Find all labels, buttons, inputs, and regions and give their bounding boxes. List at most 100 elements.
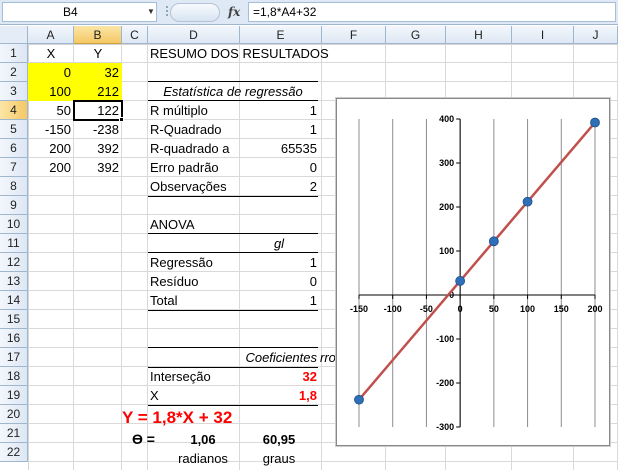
row-header-14[interactable]: 14 — [0, 291, 28, 310]
row-header-12[interactable]: 12 — [0, 253, 28, 272]
cell-d5[interactable]: R-Quadrado — [148, 120, 238, 139]
y-tick-label: -200 — [436, 378, 454, 388]
cell-e8[interactable]: 2 — [238, 177, 320, 196]
row-header-15[interactable]: 15 — [0, 310, 28, 329]
column-header-j[interactable]: J — [574, 26, 618, 44]
row-header-4[interactable]: 4 — [0, 101, 28, 120]
column-header-a[interactable]: A — [28, 26, 74, 44]
cell-d3[interactable]: Estatística de regressão — [148, 82, 318, 101]
row-header-17[interactable]: 17 — [0, 348, 28, 367]
column-header-c[interactable]: C — [122, 26, 148, 44]
cell-e7[interactable]: 0 — [238, 158, 320, 177]
cell-e11[interactable]: gl — [238, 234, 320, 253]
column-header-e[interactable]: E — [240, 26, 322, 44]
cell-e17[interactable]: 32 — [238, 367, 320, 386]
cell-b6[interactable]: 392 — [74, 139, 122, 158]
formula-bar-button[interactable] — [170, 3, 220, 22]
select-all-corner[interactable] — [0, 26, 28, 44]
active-cell-selection[interactable] — [73, 100, 123, 121]
column-header-f[interactable]: F — [322, 26, 386, 44]
column-header-h[interactable]: H — [446, 26, 512, 44]
formula-input[interactable]: =1,8*A4+32 — [248, 2, 616, 22]
cell-a7[interactable]: 200 — [28, 158, 74, 177]
row-header-7[interactable]: 7 — [0, 158, 28, 177]
cell-d10[interactable]: ANOVA — [148, 215, 238, 234]
cell-a5[interactable]: -150 — [28, 120, 74, 139]
row-header-1[interactable]: 1 — [0, 44, 28, 63]
x-tick-label: -50 — [420, 304, 433, 314]
cell-e14[interactable]: 1 — [238, 291, 320, 310]
x-tick-label: -100 — [384, 304, 402, 314]
data-point — [455, 276, 466, 286]
cell-d6[interactable]: R-quadrado a — [148, 139, 238, 158]
cell-b2[interactable]: 32 — [74, 63, 122, 82]
row-header-6[interactable]: 6 — [0, 139, 28, 158]
gridline — [28, 461, 618, 462]
cell-d1[interactable]: RESUMO DOS RESULTADOS — [148, 44, 388, 63]
cell-d13[interactable]: Resíduo — [148, 272, 238, 291]
cell-a6[interactable]: 200 — [28, 139, 74, 158]
cell-b1[interactable]: Y — [74, 44, 122, 63]
row-header-20[interactable]: 20 — [0, 405, 28, 424]
cell-e20[interactable]: 60,95 — [238, 430, 320, 449]
cell-d4[interactable]: R múltiplo — [148, 101, 238, 120]
chevron-down-icon[interactable]: ▼ — [146, 3, 156, 21]
x-tick-label: 200 — [587, 304, 602, 314]
cell-e13[interactable]: 0 — [238, 272, 320, 291]
cell-d17[interactable]: Interseção — [148, 367, 238, 386]
row-header-21[interactable]: 21 — [0, 424, 28, 443]
cell-a2[interactable]: 0 — [28, 63, 74, 82]
cell-d18[interactable]: X — [148, 386, 238, 405]
cell-e6[interactable]: 65535 — [238, 139, 320, 158]
row-header-11[interactable]: 11 — [0, 234, 28, 253]
row-header-9[interactable]: 9 — [0, 196, 28, 215]
spreadsheet-grid: ABCDEFGHIJ 1 2 3 4 5 6 7 8 9 10 11 12 13 14 15 16 17 18 19… — [0, 26, 618, 470]
name-box[interactable]: B4 — [2, 2, 157, 22]
cell-e5[interactable]: 1 — [238, 120, 320, 139]
table-border — [148, 310, 318, 311]
cell-e21[interactable]: graus — [238, 449, 320, 468]
cell-b7[interactable]: 392 — [74, 158, 122, 177]
row-header-18[interactable]: 18 — [0, 367, 28, 386]
row-header-10[interactable]: 10 — [0, 215, 28, 234]
row-header-8[interactable]: 8 — [0, 177, 28, 196]
row-header-22[interactable]: 22 — [0, 443, 28, 462]
x-tick-label: -150 — [350, 304, 368, 314]
function-icon[interactable]: fx — [228, 3, 246, 22]
row-header-19[interactable]: 19 — [0, 386, 28, 405]
cell-f16[interactable]: rro — [318, 348, 336, 367]
data-point — [522, 196, 533, 207]
row-header-3[interactable]: 3 — [0, 82, 28, 101]
x-tick-label: 50 — [489, 304, 499, 314]
x-tick-label: 150 — [554, 304, 569, 314]
cell-e18[interactable]: 1,8 — [238, 386, 320, 405]
y-tick-label: 100 — [439, 246, 454, 256]
column-header-g[interactable]: G — [386, 26, 446, 44]
fill-handle[interactable] — [119, 117, 124, 122]
cell-e16[interactable]: Coeficientes — [218, 348, 320, 367]
cell-a4[interactable]: 50 — [28, 101, 74, 120]
scatter-chart[interactable]: -300 -200 -100 0 100 200 300 400 -150 -100 -50 0 50 1… — [336, 98, 610, 446]
cell-e4[interactable]: 1 — [238, 101, 320, 120]
cell-d7[interactable]: Erro padrão — [148, 158, 238, 177]
cell-b5[interactable]: -238 — [74, 120, 122, 139]
y-tick-label: -100 — [436, 334, 454, 344]
cell-a3[interactable]: 100 — [28, 82, 74, 101]
row-header-5[interactable]: 5 — [0, 120, 28, 139]
row-header-2[interactable]: 2 — [0, 63, 28, 82]
table-border — [148, 196, 318, 197]
column-header-i[interactable]: I — [512, 26, 574, 44]
cell-e12[interactable]: 1 — [238, 253, 320, 272]
cell-d8[interactable]: Observações — [148, 177, 238, 196]
x-tick-label: 0 — [458, 304, 463, 314]
column-header-b[interactable]: B — [74, 26, 122, 44]
equation-label[interactable]: Y = 1,8*X + 32 — [122, 407, 322, 429]
row-header-13[interactable]: 13 — [0, 272, 28, 291]
cell-a1[interactable]: X — [28, 44, 74, 63]
column-header-d[interactable]: D — [148, 26, 240, 44]
row-header-16[interactable]: 16 — [0, 329, 28, 348]
cell-d12[interactable]: Regressão — [148, 253, 238, 272]
cell-b3[interactable]: 212 — [74, 82, 122, 101]
cell-d14[interactable]: Total — [148, 291, 238, 310]
y-tick-label: 300 — [439, 158, 454, 168]
